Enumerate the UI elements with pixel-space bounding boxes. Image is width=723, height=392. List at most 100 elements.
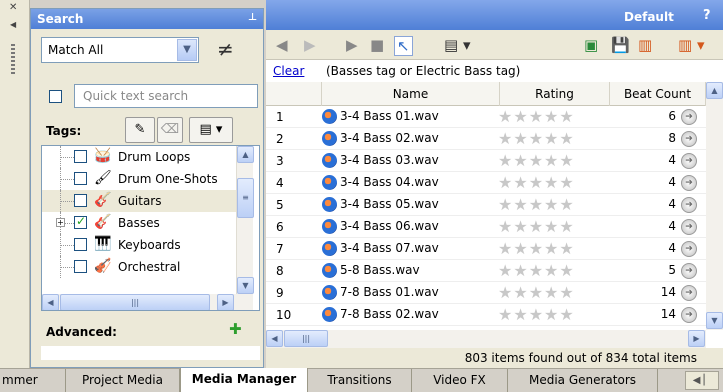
scroll-up-icon[interactable]: ▲ <box>706 82 723 99</box>
tag-checkbox[interactable] <box>74 172 87 185</box>
tab-trimmer[interactable]: mmer <box>0 369 66 392</box>
layout-name[interactable]: Default <box>624 10 674 24</box>
scroll-right-icon[interactable]: ▶ <box>688 330 705 347</box>
grid-horizontal-scrollbar[interactable]: ◀ ||| ▶ <box>266 330 706 348</box>
scroll-right-icon[interactable]: ▶ <box>217 294 234 310</box>
scroll-thumb[interactable]: ||| <box>60 294 210 310</box>
rating-stars[interactable]: ★★★★★ <box>498 305 575 324</box>
go-arrow-icon[interactable]: ➔ <box>681 109 697 125</box>
quick-search-input[interactable]: Quick text search <box>74 84 258 108</box>
drag-grip-icon[interactable] <box>11 44 15 74</box>
tag-item-drum-one-shots[interactable]: 🖌 Drum One-Shots <box>42 168 236 190</box>
table-row[interactable]: 10 7-8 Bass 02.wav ★★★★★ 14 ➔ <box>266 304 706 326</box>
tab-scroll-left-icon[interactable]: ◀ ▏ <box>685 371 719 390</box>
pencil-icon[interactable]: ✎ <box>125 117 155 143</box>
rating-stars[interactable]: ★★★★★ <box>498 195 575 214</box>
rating-stars[interactable]: ★★★★★ <box>498 129 575 148</box>
views-icon[interactable]: ▤ ▾ <box>444 36 470 54</box>
table-row[interactable]: 3 3-4 Bass 03.wav ★★★★★ 4 ➔ <box>266 150 706 172</box>
column-header-index[interactable] <box>266 82 322 106</box>
go-arrow-icon[interactable]: ➔ <box>681 285 697 301</box>
rating-stars[interactable]: ★★★★★ <box>498 261 575 280</box>
match-mode-select[interactable]: Match All ▼ <box>41 37 199 63</box>
search-panel: Search ⊥ Match All ▼ ≠ Quick text search… <box>30 8 264 368</box>
table-row[interactable]: 2 3-4 Bass 02.wav ★★★★★ 8 ➔ <box>266 128 706 150</box>
go-arrow-icon[interactable]: ➔ <box>681 263 697 279</box>
status-bar: 803 items found out of 834 total items <box>266 348 723 368</box>
scroll-down-icon[interactable]: ▼ <box>237 277 254 294</box>
tag-checkbox[interactable] <box>74 214 87 229</box>
rating-stars[interactable]: ★★★★★ <box>498 107 575 126</box>
tag-item-guitars[interactable]: 🎸 Guitars <box>42 190 236 212</box>
rating-stars[interactable]: ★★★★★ <box>498 283 575 302</box>
tag-item-drum-loops[interactable]: 🥁 Drum Loops <box>42 146 236 168</box>
grid-vertical-scrollbar[interactable]: ▲ ▼ <box>706 82 723 330</box>
table-row[interactable]: 1 3-4 Bass 01.wav ★★★★★ 6 ➔ <box>266 106 706 128</box>
go-arrow-icon[interactable]: ➔ <box>681 197 697 213</box>
table-row[interactable]: 9 7-8 Bass 01.wav ★★★★★ 14 ➔ <box>266 282 706 304</box>
expand-icon[interactable]: + <box>56 218 65 227</box>
tag-checkbox[interactable] <box>74 194 87 207</box>
stop-icon[interactable]: ■ <box>370 36 384 54</box>
scroll-thumb[interactable]: ||| <box>284 330 328 347</box>
tag-checkbox[interactable] <box>74 260 87 273</box>
go-arrow-icon[interactable]: ➔ <box>681 241 697 257</box>
tab-media-manager[interactable]: Media Manager <box>180 368 308 392</box>
go-arrow-icon[interactable]: ➔ <box>681 307 697 323</box>
tags-horizontal-scrollbar[interactable]: ◀ ||| ▶ <box>42 294 253 310</box>
back-icon[interactable]: ◀ <box>276 36 288 54</box>
properties-chart-icon[interactable]: ▥ <box>638 36 652 54</box>
file-name: 3-4 Bass 03.wav <box>340 153 439 167</box>
not-equal-toggle-button[interactable]: ≠ <box>217 37 234 61</box>
auto-preview-icon[interactable]: ↖ <box>394 36 413 56</box>
view-menu-icon[interactable]: ▤ ▾ <box>189 117 233 143</box>
tags-vertical-scrollbar[interactable]: ▲ ≡ ▼ <box>236 146 254 294</box>
row-index: 3 <box>276 154 284 168</box>
quick-search-checkbox[interactable] <box>49 90 62 103</box>
table-row[interactable]: 5 3-4 Bass 05.wav ★★★★★ 4 ➔ <box>266 194 706 216</box>
table-row[interactable]: 8 5-8 Bass.wav ★★★★★ 5 ➔ <box>266 260 706 282</box>
tab-project-media[interactable]: Project Media <box>66 369 180 392</box>
forward-icon[interactable]: ▶ <box>304 36 316 54</box>
help-button[interactable]: ? <box>703 8 719 24</box>
tag-menu-icon[interactable]: ▥ ▾ <box>678 36 704 54</box>
close-icon[interactable]: ✕ <box>9 2 17 13</box>
column-header-beat-count[interactable]: Beat Count <box>610 82 706 106</box>
eraser-icon[interactable]: ⌫ <box>157 117 183 143</box>
save-icon[interactable]: 💾 <box>611 36 630 54</box>
scroll-left-icon[interactable]: ◀ <box>266 330 283 347</box>
play-icon[interactable]: ▶ <box>346 36 358 54</box>
rating-stars[interactable]: ★★★★★ <box>498 173 575 192</box>
tag-item-keyboards[interactable]: 🎹 Keyboards <box>42 234 236 256</box>
go-arrow-icon[interactable]: ➔ <box>681 175 697 191</box>
add-advanced-icon[interactable]: ✚ <box>229 320 242 338</box>
column-header-rating[interactable]: Rating <box>500 82 610 106</box>
scroll-left-icon[interactable]: ◀ <box>42 294 59 310</box>
pin-icon[interactable]: ⊥ <box>248 12 257 23</box>
table-row[interactable]: 6 3-4 Bass 06.wav ★★★★★ 4 ➔ <box>266 216 706 238</box>
scroll-down-icon[interactable]: ▼ <box>706 312 723 329</box>
tab-video-fx[interactable]: Video FX <box>412 369 508 392</box>
go-arrow-icon[interactable]: ➔ <box>681 219 697 235</box>
tag-item-orchestral[interactable]: 🎻 Orchestral <box>42 256 236 278</box>
table-row[interactable]: 7 3-4 Bass 07.wav ★★★★★ 4 ➔ <box>266 238 706 260</box>
table-row[interactable]: 4 3-4 Bass 04.wav ★★★★★ 4 ➔ <box>266 172 706 194</box>
tab-transitions[interactable]: Transitions <box>308 369 412 392</box>
go-arrow-icon[interactable]: ➔ <box>681 131 697 147</box>
tag-item-basses[interactable]: + 🎸 Basses <box>42 212 236 234</box>
collapse-arrow-icon[interactable]: ◀ <box>10 20 16 29</box>
scroll-thumb[interactable]: ≡ <box>237 178 254 218</box>
tag-checkbox[interactable] <box>74 238 87 251</box>
tag-checkbox[interactable] <box>74 150 87 163</box>
rating-stars[interactable]: ★★★★★ <box>498 217 575 236</box>
replace-media-icon[interactable]: ▣ <box>584 36 598 54</box>
tab-media-generators[interactable]: Media Generators <box>508 369 658 392</box>
scroll-up-icon[interactable]: ▲ <box>237 146 254 163</box>
column-header-name[interactable]: Name <box>322 82 500 106</box>
rating-stars[interactable]: ★★★★★ <box>498 151 575 170</box>
clear-link[interactable]: Clear <box>273 64 304 78</box>
chevron-down-icon[interactable]: ▼ <box>177 39 197 61</box>
rating-stars[interactable]: ★★★★★ <box>498 239 575 258</box>
audio-file-icon <box>322 175 337 190</box>
go-arrow-icon[interactable]: ➔ <box>681 153 697 169</box>
